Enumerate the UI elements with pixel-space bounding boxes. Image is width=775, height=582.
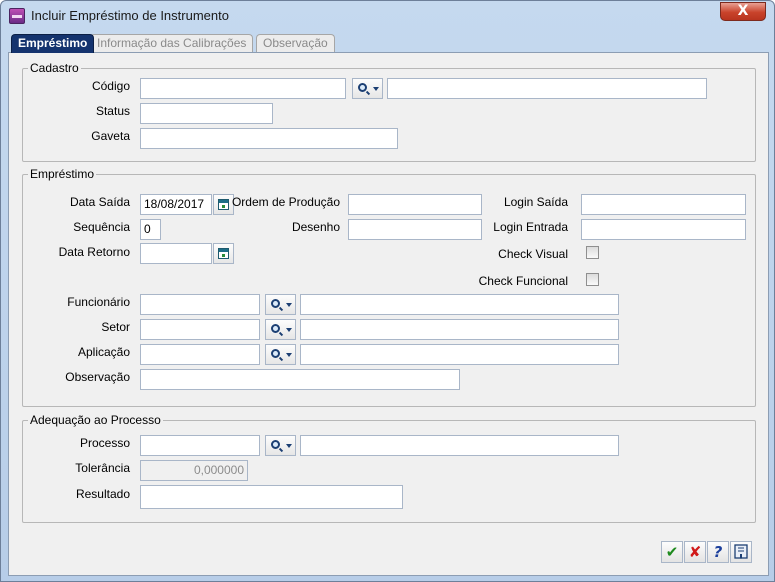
status-label: Status [95, 104, 130, 118]
codigo-label: Código [91, 79, 130, 93]
aplicacao-input[interactable] [140, 344, 260, 365]
check-visual-checkbox[interactable] [586, 246, 599, 259]
data-saida-label: Data Saída [69, 195, 130, 209]
observacao-label: Observação [65, 370, 130, 384]
sequencia-input[interactable]: 0 [140, 219, 161, 240]
desenho-label: Desenho [291, 220, 340, 234]
observacao-input[interactable] [140, 369, 460, 390]
login-entrada-label: Login Entrada [493, 220, 568, 234]
processo-search-button[interactable] [265, 435, 296, 456]
processo-description [300, 435, 619, 456]
codigo-input[interactable] [140, 78, 346, 99]
window-title: Incluir Empréstimo de Instrumento [31, 8, 229, 23]
search-icon [271, 324, 280, 333]
book-icon [734, 544, 748, 559]
search-icon [271, 299, 280, 308]
login-saida-label: Login Saída [503, 195, 568, 209]
calendar-icon [218, 248, 229, 259]
desenho-input[interactable] [348, 219, 482, 240]
setor-description [300, 319, 619, 340]
tab-bar: Empréstimo Informação das Calibrações Ob… [8, 34, 769, 53]
help-button[interactable]: ? [707, 541, 729, 563]
emprestimo-legend: Empréstimo [30, 167, 95, 181]
tab-informacao-calibracoes[interactable]: Informação das Calibrações [90, 34, 254, 53]
ordem-producao-label: Ordem de Produção [231, 195, 340, 209]
title-bar[interactable]: Incluir Empréstimo de Instrumento X [1, 1, 774, 31]
tab-observacao[interactable]: Observação [256, 34, 335, 53]
processo-input[interactable] [140, 435, 260, 456]
tab-emprestimo[interactable]: Empréstimo [11, 34, 95, 53]
dropdown-arrow-icon [286, 444, 292, 448]
search-icon [358, 83, 367, 92]
cadastro-legend: Cadastro [30, 61, 79, 75]
funcionario-input[interactable] [140, 294, 260, 315]
resultado-label: Resultado [75, 487, 130, 501]
gaveta-label: Gaveta [91, 129, 130, 143]
tolerancia-field: 0,000000 [140, 460, 248, 481]
data-retorno-label: Data Retorno [58, 245, 130, 259]
login-saida-input[interactable] [581, 194, 746, 215]
gaveta-input[interactable] [140, 128, 398, 149]
data-retorno-input[interactable] [140, 243, 212, 264]
dropdown-arrow-icon [286, 353, 292, 357]
cancel-button[interactable]: ✘ [684, 541, 706, 563]
aplicacao-description [300, 344, 619, 365]
dialog-window: Incluir Empréstimo de Instrumento X Empr… [0, 0, 775, 582]
codigo-search-button[interactable] [352, 78, 383, 99]
resultado-input[interactable] [140, 485, 403, 509]
check-funcional-label: Check Funcional [478, 274, 568, 288]
ordem-producao-input[interactable] [348, 194, 482, 215]
data-saida-input[interactable]: 18/08/2017 [140, 194, 212, 215]
tolerancia-label: Tolerância [75, 461, 130, 475]
manual-button[interactable] [730, 541, 752, 563]
search-icon [271, 349, 280, 358]
dropdown-arrow-icon [286, 328, 292, 332]
codigo-description [387, 78, 707, 99]
data-saida-calendar-button[interactable] [213, 194, 234, 215]
search-icon [271, 440, 280, 449]
check-funcional-checkbox[interactable] [586, 273, 599, 286]
sequencia-label: Sequência [73, 220, 130, 234]
login-entrada-input[interactable] [581, 219, 746, 240]
setor-label: Setor [101, 320, 130, 334]
setor-input[interactable] [140, 319, 260, 340]
data-retorno-calendar-button[interactable] [213, 243, 234, 264]
tab-content: Cadastro Código Status Gaveta Empréstimo… [8, 52, 769, 576]
check-visual-label: Check Visual [498, 247, 568, 261]
adequacao-legend: Adequação ao Processo [30, 413, 161, 427]
processo-label: Processo [79, 436, 130, 450]
aplicacao-label: Aplicação [77, 345, 130, 359]
dropdown-arrow-icon [373, 87, 379, 91]
funcionario-search-button[interactable] [265, 294, 296, 315]
status-input[interactable] [140, 103, 273, 124]
confirm-button[interactable]: ✔ [661, 541, 683, 563]
app-icon [9, 8, 25, 24]
aplicacao-search-button[interactable] [265, 344, 296, 365]
funcionario-description [300, 294, 619, 315]
dropdown-arrow-icon [286, 303, 292, 307]
funcionario-label: Funcionário [67, 295, 130, 309]
setor-search-button[interactable] [265, 319, 296, 340]
close-button[interactable]: X [720, 2, 766, 21]
calendar-icon [218, 199, 229, 210]
